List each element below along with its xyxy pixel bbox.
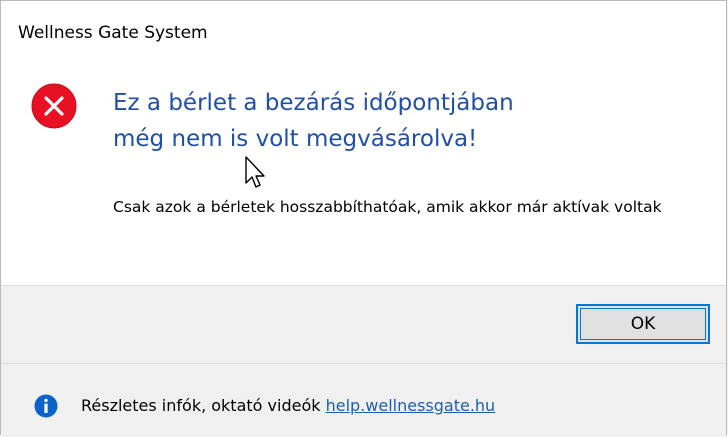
footer-label: Részletes infók, oktató videók [81, 396, 321, 415]
window-title: Wellness Gate System [18, 23, 208, 43]
message-dialog: Wellness Gate System Ez a bérlet a bezár… [0, 0, 727, 437]
mouse-cursor-icon [243, 155, 273, 193]
footer-text: Részletes infók, oktató videók help.well… [81, 396, 495, 415]
dialog-content: Ez a bérlet a bezárás időpontjában még n… [1, 59, 726, 285]
message-body: Csak azok a bérletek hosszabbíthatóak, a… [113, 198, 662, 216]
dialog-footer: Részletes infók, oktató videók help.well… [1, 363, 726, 437]
info-icon [34, 394, 58, 418]
help-link[interactable]: help.wellnessgate.hu [326, 396, 496, 415]
error-icon [31, 83, 77, 129]
main-instruction: Ez a bérlet a bezárás időpontjában még n… [113, 90, 514, 152]
ok-button[interactable]: OK [576, 304, 710, 344]
title-bar: Wellness Gate System [1, 1, 726, 59]
focus-rectangle [580, 308, 706, 340]
button-area: OK [1, 285, 726, 364]
